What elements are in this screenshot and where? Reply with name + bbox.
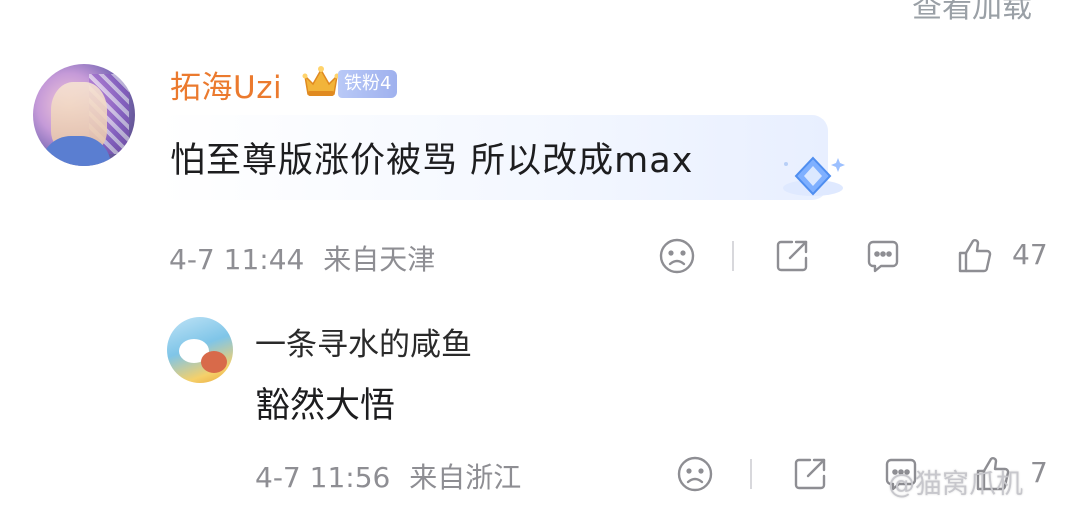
- watermark: @猫窝爪机: [888, 469, 1023, 500]
- sad-face-icon[interactable]: [657, 236, 697, 276]
- comment-meta: 4-7 11:44 来自天津: [169, 238, 435, 278]
- timestamp: 4-7 11:56: [255, 461, 391, 494]
- divider: [750, 459, 752, 489]
- timestamp: 4-7 11:44: [169, 243, 305, 276]
- avatar[interactable]: [33, 64, 135, 166]
- reply-meta: 4-7 11:56 来自浙江: [255, 456, 521, 496]
- share-icon[interactable]: [772, 236, 812, 276]
- thumbs-up-icon[interactable]: [955, 236, 995, 276]
- crown-icon: [302, 66, 340, 96]
- comment-text: 怕至尊版涨价被骂 所以改成max: [170, 141, 694, 181]
- comment-icon[interactable]: [863, 236, 903, 276]
- reply-username[interactable]: 一条寻水的咸鱼: [255, 319, 472, 364]
- like-count: 47: [1012, 238, 1048, 271]
- reply-text: 豁然大悟: [255, 386, 396, 426]
- location: 来自天津: [323, 243, 436, 276]
- like-count: 7: [1030, 456, 1048, 489]
- divider: [732, 241, 734, 271]
- top-cut-text: 查看加载: [912, 0, 1032, 25]
- fan-badge[interactable]: 铁粉4: [338, 70, 398, 98]
- avatar[interactable]: [167, 317, 233, 383]
- sad-face-icon[interactable]: [675, 454, 715, 494]
- share-icon[interactable]: [790, 454, 830, 494]
- username[interactable]: 拓海Uzi: [170, 62, 282, 107]
- location: 来自浙江: [409, 461, 522, 494]
- diamond-icon: [783, 156, 845, 196]
